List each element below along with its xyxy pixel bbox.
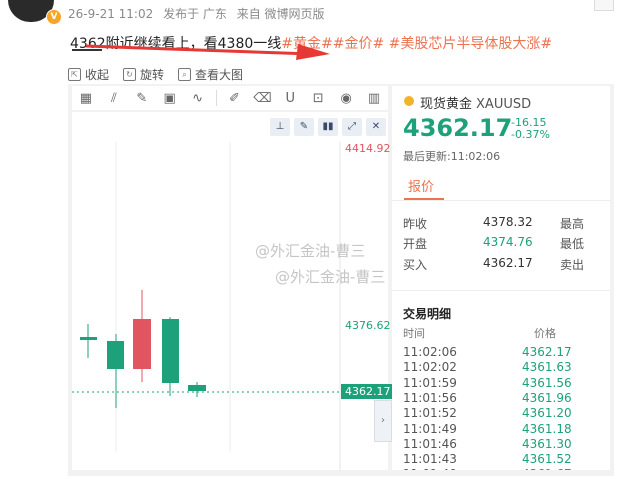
trade-time: 11:01:46	[403, 436, 457, 451]
trade-price: 4361.63	[522, 360, 572, 375]
trade-price: 4361.96	[522, 390, 572, 405]
trade-time: 11:01:43	[403, 452, 457, 467]
trade-price: 4361.30	[522, 436, 572, 451]
trade-time: 11:01:59	[403, 375, 457, 390]
trade-time: 11:02:02	[403, 360, 457, 375]
trade-time: 11:01:49	[403, 421, 457, 436]
trade-time: 11:02:06	[403, 345, 457, 359]
trade-price: 4361.56	[522, 375, 572, 390]
trade-time: 11:01:56	[403, 390, 457, 405]
trades-list: 11:02:06 4362.17 11:02:02 4361.63 11:01:59 43…	[0, 0, 632, 470]
trade-price: 4361.67	[522, 467, 572, 470]
watermark: @外汇金油-曹三	[255, 242, 366, 260]
trade-price: 4361.20	[522, 406, 572, 421]
trade-price: 4361.52	[522, 452, 572, 467]
trade-price: 4362.17	[522, 345, 572, 359]
trade-price: 4361.18	[522, 421, 572, 436]
trade-time: 11:01:40	[403, 467, 457, 470]
trade-time: 11:01:52	[403, 406, 457, 421]
watermark: @外汇金油-曹三	[275, 268, 386, 286]
